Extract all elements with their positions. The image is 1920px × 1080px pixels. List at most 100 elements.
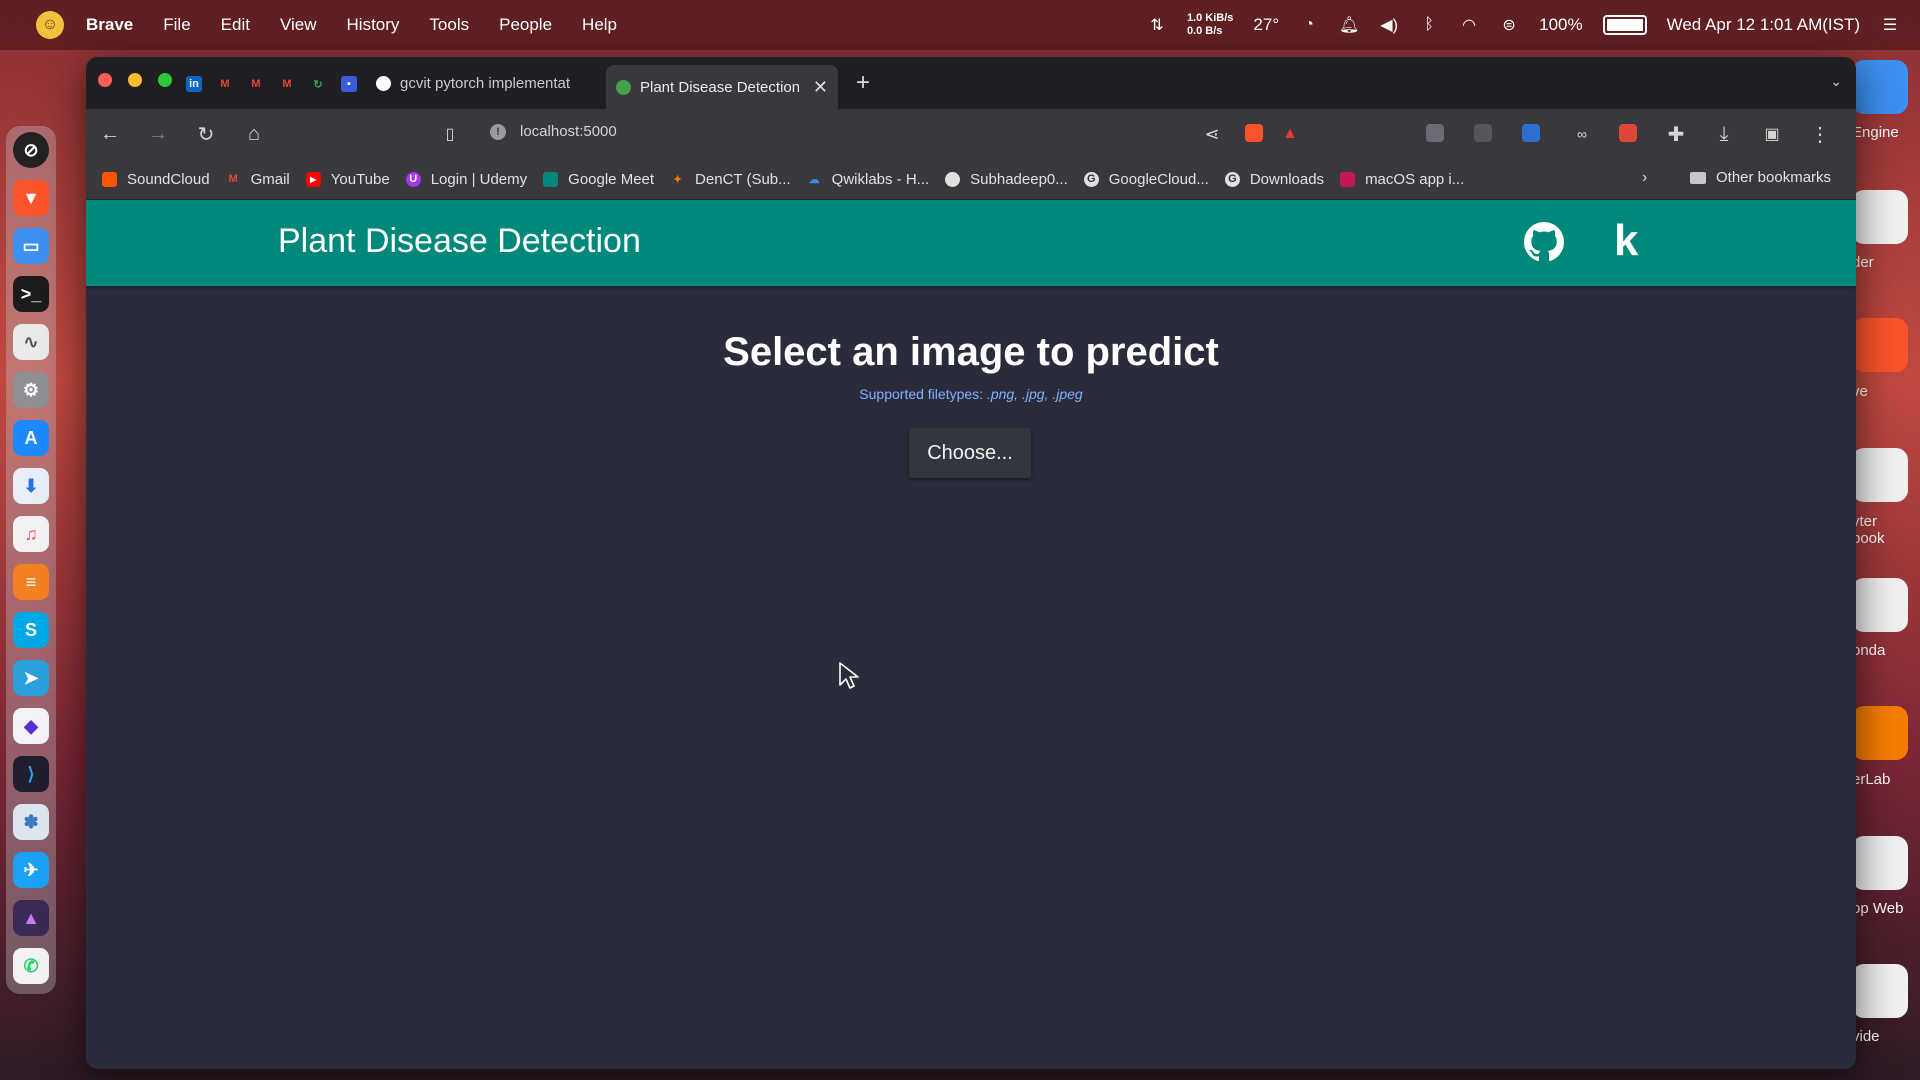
pinned-tab-linkedin-icon[interactable]: in	[186, 76, 202, 92]
share-icon[interactable]: ⋖	[1200, 122, 1224, 146]
app-face-icon[interactable]: ☺	[36, 11, 64, 39]
desktop-app-icon-der[interactable]	[1852, 190, 1908, 244]
pinned-tab-gmail-icon[interactable]: M	[279, 76, 295, 92]
extension-icon-4[interactable]	[1619, 124, 1637, 142]
moon-icon[interactable]: ◔	[1299, 15, 1319, 35]
tab-plant-disease-detection[interactable]: Plant Disease Detection ✕	[606, 65, 838, 109]
downloads-icon[interactable]: ⤓	[1712, 122, 1736, 146]
wallet-icon[interactable]: ▣	[1760, 122, 1784, 146]
bookmark-downloads[interactable]: G Downloads	[1224, 171, 1324, 188]
dock-app-store-icon[interactable]: A	[13, 420, 49, 456]
dock-telegram-icon[interactable]: ➤	[13, 660, 49, 696]
brave-shields-icon[interactable]	[1245, 124, 1263, 142]
extension-icon-3[interactable]	[1522, 124, 1540, 142]
dock-activity-monitor-icon[interactable]: ∿	[13, 324, 49, 360]
bluetooth-icon[interactable]: ᛒ	[1419, 15, 1439, 35]
dock-swift-icon[interactable]: ✈	[13, 852, 49, 888]
menu-history[interactable]: History	[347, 15, 400, 35]
dock-stackoverflow-icon[interactable]: ≡	[13, 564, 49, 600]
extension-icon-1[interactable]	[1426, 124, 1444, 142]
temperature[interactable]: 27°	[1253, 15, 1279, 35]
choose-file-button[interactable]: Choose...	[909, 428, 1031, 478]
menu-view[interactable]: View	[280, 15, 317, 35]
more-bookmarks-chevron-icon[interactable]: ›	[1642, 169, 1647, 187]
desktop-app-icon-brave[interactable]	[1852, 318, 1908, 372]
bookmark-googlecloud[interactable]: G GoogleCloud...	[1083, 171, 1209, 188]
volume-icon[interactable]: ◀︎)	[1379, 15, 1399, 35]
clock[interactable]: Wed Apr 12 1:01 AM(IST)	[1667, 15, 1860, 35]
desktop-app-icon-anaconda[interactable]	[1852, 578, 1908, 632]
menu-file[interactable]: File	[163, 15, 190, 35]
dock-settings-icon[interactable]: ⚙	[13, 372, 49, 408]
bookmark-gmail[interactable]: M Gmail	[226, 171, 289, 188]
pinned-tab-doc-icon[interactable]: ▪	[341, 76, 357, 92]
forward-button[interactable]: →	[146, 122, 170, 146]
menu-people[interactable]: People	[499, 15, 552, 35]
tab-search-chevron-icon[interactable]: ⌄	[1830, 73, 1842, 90]
minimize-window-button[interactable]	[128, 73, 142, 87]
dock-app-icon-1[interactable]: ⊘	[13, 132, 49, 168]
menu-edit[interactable]: Edit	[221, 15, 250, 35]
bookmark-denct[interactable]: ✦ DenCT (Sub...	[670, 171, 791, 188]
bookmark-icon[interactable]: ▯	[438, 122, 462, 146]
network-speed[interactable]: 1.0 KiB/s 0.0 B/s	[1187, 12, 1233, 38]
site-brand[interactable]: Plant Disease Detection	[278, 222, 641, 261]
dock-vscode-icon[interactable]: ⟩	[13, 756, 49, 792]
menu-app-name[interactable]: Brave	[86, 15, 133, 35]
pinned-tab-gmail-icon[interactable]: M	[248, 76, 264, 92]
site-navbar: Plant Disease Detection k	[86, 200, 1856, 286]
menu-help[interactable]: Help	[582, 15, 617, 35]
dock-downloader-icon[interactable]: ⬇	[13, 468, 49, 504]
bookmark-label: Google Meet	[568, 170, 655, 188]
mouse-pointer-icon	[839, 662, 859, 689]
zoom-window-button[interactable]	[158, 73, 172, 87]
bookmark-github[interactable]: Subhadeep0...	[945, 171, 1068, 188]
extension-infinity-icon[interactable]: ∞	[1570, 122, 1594, 146]
desktop-app-icon-jupyter[interactable]	[1852, 448, 1908, 502]
address-bar[interactable]: ! localhost:5000	[490, 123, 617, 140]
close-tab-icon[interactable]: ✕	[813, 77, 828, 98]
dock-brave-icon[interactable]: ▼	[13, 180, 49, 216]
more-menu-icon[interactable]: ⋮	[1808, 122, 1832, 146]
pinned-tab-gmail-icon[interactable]: M	[217, 76, 233, 92]
dock-terminal-icon[interactable]: >_	[13, 276, 49, 312]
battery-percent[interactable]: 100%	[1539, 15, 1582, 35]
close-window-button[interactable]	[98, 73, 112, 87]
dock-whatsapp-icon[interactable]: ✆	[13, 948, 49, 984]
desktop-app-icon-nvidia[interactable]	[1852, 964, 1908, 1018]
desktop-app-icon-jupyterlab[interactable]	[1852, 706, 1908, 760]
bookmark-qwiklabs[interactable]: ☁ Qwiklabs - H...	[807, 171, 930, 188]
bell-icon[interactable]: 🔔︎	[1339, 15, 1359, 35]
github-icon[interactable]	[1524, 222, 1564, 262]
desktop-app-icon-web[interactable]	[1852, 836, 1908, 890]
control-center-icon[interactable]: ⊜	[1499, 15, 1519, 35]
extension-icon-2[interactable]	[1474, 124, 1492, 142]
hamburger-menu-icon[interactable]: ☰	[1880, 15, 1900, 35]
kaggle-icon[interactable]: k	[1614, 216, 1638, 266]
bookmark-udemy[interactable]: U Login | Udemy	[405, 171, 527, 188]
bookmark-youtube[interactable]: ▶ YouTube	[305, 171, 390, 188]
wifi-icon[interactable]: ◠	[1459, 15, 1479, 35]
dock-music-icon[interactable]: ♫	[13, 516, 49, 552]
bookmark-macos-app[interactable]: macOS app i...	[1340, 171, 1464, 188]
menu-tools[interactable]: Tools	[429, 15, 469, 35]
dock-obsidian-icon[interactable]: ◆	[13, 708, 49, 744]
other-bookmarks[interactable]: Other bookmarks	[1690, 169, 1831, 186]
site-info-icon[interactable]: !	[490, 123, 506, 140]
home-button[interactable]: ⌂	[242, 122, 266, 146]
dock-skype-icon[interactable]: S	[13, 612, 49, 648]
dock-app-icon-2[interactable]: ✽	[13, 804, 49, 840]
extensions-puzzle-icon[interactable]: ✚	[1664, 122, 1688, 146]
back-button[interactable]: ←	[98, 122, 122, 146]
desktop-label: op Web	[1852, 900, 1904, 917]
bookmark-soundcloud[interactable]: SoundCloud	[102, 171, 210, 188]
new-tab-button[interactable]: +	[856, 69, 870, 97]
dock-finder-icon[interactable]: ▭	[13, 228, 49, 264]
battery-icon[interactable]	[1602, 15, 1647, 35]
desktop-app-icon-engine[interactable]	[1852, 60, 1908, 114]
brave-rewards-icon[interactable]: ▲	[1278, 122, 1302, 146]
pinned-tab-refresh-icon[interactable]: ↻	[310, 76, 326, 92]
bookmark-google-meet[interactable]: Google Meet	[543, 171, 654, 188]
dock-app-icon-3[interactable]: ▲	[13, 900, 49, 936]
reload-button[interactable]: ↻	[194, 122, 218, 146]
